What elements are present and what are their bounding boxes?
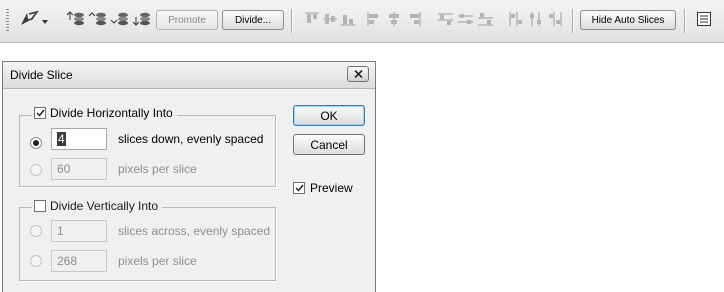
preview-label: Preview: [310, 181, 353, 195]
toolbar-separator: [572, 9, 573, 33]
divide-vertically-label: Divide Vertically Into: [50, 199, 159, 213]
pixels-per-slice-vertical-field[interactable]: 268: [51, 250, 107, 272]
slices-down-radio[interactable]: [30, 137, 42, 149]
dialog-titlebar[interactable]: Divide Slice: [3, 62, 375, 89]
divide-button[interactable]: Divide...: [222, 10, 284, 30]
pixels-per-slice-vertical-radio[interactable]: [30, 255, 42, 267]
distribute-vertical-centers-icon[interactable]: [457, 11, 474, 30]
pixels-per-slice-vertical-label: pixels per slice: [118, 254, 197, 268]
tool-preset-picker[interactable]: [18, 9, 48, 31]
slices-across-field[interactable]: 1: [51, 220, 107, 242]
preview-checkbox[interactable]: [293, 182, 305, 194]
promote-button[interactable]: Promote: [156, 10, 218, 30]
pixels-per-slice-horizontal-field[interactable]: 60: [51, 158, 107, 180]
slices-across-radio[interactable]: [30, 225, 42, 237]
hide-auto-slices-button[interactable]: Hide Auto Slices: [580, 10, 676, 30]
slices-down-field[interactable]: 4: [51, 128, 107, 150]
toolbar-separator: [684, 9, 685, 33]
distribute-right-icon[interactable]: [547, 11, 564, 30]
bring-forward-icon[interactable]: [88, 10, 108, 31]
send-backward-icon[interactable]: [110, 10, 130, 31]
bring-to-front-icon[interactable]: [66, 10, 86, 31]
pixels-per-slice-horizontal-label: pixels per slice: [118, 162, 197, 176]
send-to-back-icon[interactable]: [132, 10, 152, 31]
options-bar: Promote Divide... Hide Auto Slices: [0, 0, 724, 43]
pixels-per-slice-horizontal-radio[interactable]: [30, 164, 42, 176]
preview-option[interactable]: Preview: [293, 181, 353, 195]
align-vertical-centers-icon[interactable]: [322, 11, 338, 30]
slice-options-icon: [696, 11, 712, 30]
ok-button[interactable]: OK: [293, 105, 365, 126]
toolbar-separator: [291, 9, 292, 33]
vertical-group-legend: Divide Vertically Into: [32, 199, 163, 213]
distribute-horizontal-group: [504, 9, 566, 31]
distribute-vertical-group: [434, 9, 496, 31]
distribute-left-icon[interactable]: [507, 11, 524, 30]
distribute-bottom-icon[interactable]: [477, 11, 494, 30]
stacking-icon-group: [66, 9, 152, 31]
divide-vertically-checkbox[interactable]: [34, 200, 46, 212]
horizontal-group-legend: Divide Horizontally Into: [32, 106, 177, 120]
align-horizontal-group: [364, 9, 424, 31]
chevron-down-icon: [41, 13, 48, 27]
align-horizontal-centers-icon[interactable]: [386, 11, 402, 30]
slices-down-value: 4: [57, 132, 66, 146]
slice-options-button[interactable]: [694, 9, 714, 31]
slices-down-label: slices down, evenly spaced: [118, 132, 264, 146]
align-left-edges-icon[interactable]: [366, 11, 382, 30]
dialog-title: Divide Slice: [10, 68, 73, 82]
divide-horizontally-checkbox[interactable]: [34, 107, 46, 119]
divide-horizontally-label: Divide Horizontally Into: [50, 106, 173, 120]
cancel-button[interactable]: Cancel: [293, 134, 365, 155]
distribute-horizontal-centers-icon[interactable]: [527, 11, 544, 30]
close-icon: [353, 67, 363, 81]
slices-across-label: slices across, evenly spaced: [118, 224, 271, 238]
align-top-edges-icon[interactable]: [304, 11, 320, 30]
distribute-top-icon[interactable]: [437, 11, 454, 30]
divide-slice-dialog: Divide Slice Divide Horizontally Into 4 …: [2, 61, 376, 292]
align-bottom-edges-icon[interactable]: [340, 11, 356, 30]
toolbar-grip[interactable]: [6, 9, 9, 31]
close-button[interactable]: [347, 66, 369, 82]
slice-select-tool-icon: [19, 10, 39, 31]
align-right-edges-icon[interactable]: [406, 11, 422, 30]
align-vertical-group: [302, 9, 358, 31]
